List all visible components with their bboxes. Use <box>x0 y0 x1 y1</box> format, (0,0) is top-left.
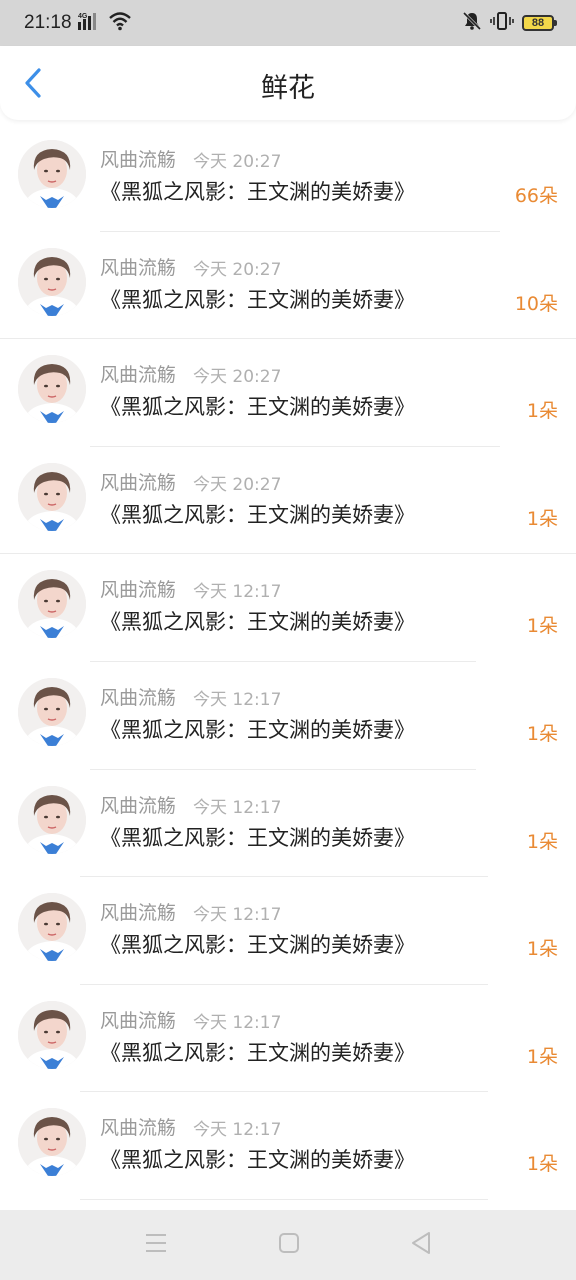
flower-count: 1朵 <box>526 1045 558 1068</box>
flower-count: 1朵 <box>526 830 558 853</box>
user-name[interactable]: 风曲流觞 <box>100 360 176 387</box>
book-title[interactable]: 《黑狐之风影：王文渊的美娇妻》 <box>100 1037 415 1067</box>
flower-count: 1朵 <box>526 615 558 638</box>
list-item[interactable]: 风曲流觞 今天 20:27 《黑狐之风影：王文渊的美娇妻》 10朵 <box>0 232 576 340</box>
back-triangle-icon[interactable] <box>410 1231 432 1259</box>
book-title[interactable]: 《黑狐之风影：王文渊的美娇妻》 <box>100 929 415 959</box>
list-item[interactable]: 风曲流觞 今天 20:27 《黑狐之风影：王文渊的美娇妻》 1朵 <box>0 447 576 555</box>
list-item[interactable]: 风曲流觞 今天 20:27 《黑狐之风影：王文渊的美娇妻》 66朵 <box>0 124 576 232</box>
timestamp: 今天 12:17 <box>193 1012 282 1033</box>
system-nav-bar <box>0 1210 576 1280</box>
svg-text:4G: 4G <box>78 13 88 20</box>
timestamp: 今天 12:17 <box>193 689 282 710</box>
flower-count: 1朵 <box>526 1153 558 1176</box>
list-item[interactable]: 风曲流觞 今天 12:17 《黑狐之风影：王文渊的美娇妻》 1朵 <box>0 985 576 1093</box>
book-title[interactable]: 《黑狐之风影：王文渊的美娇妻》 <box>100 284 415 314</box>
user-name[interactable]: 风曲流觞 <box>100 791 176 818</box>
avatar[interactable] <box>18 462 86 531</box>
user-name[interactable]: 风曲流觞 <box>100 145 176 172</box>
timestamp: 今天 20:27 <box>193 259 282 280</box>
flower-count: 66朵 <box>514 185 558 207</box>
bell-off-icon <box>462 11 482 35</box>
page-title: 鲜花 <box>261 73 315 104</box>
timestamp: 今天 20:27 <box>193 474 282 495</box>
book-title[interactable]: 《黑狐之风影：王文渊的美娇妻》 <box>100 714 415 744</box>
avatar[interactable] <box>18 785 86 854</box>
status-right: 88 <box>462 11 557 35</box>
battery-indicator: 88 <box>522 15 557 31</box>
user-name[interactable]: 风曲流觞 <box>100 683 176 710</box>
user-name[interactable]: 风曲流觞 <box>100 468 176 495</box>
list-item[interactable]: 风曲流觞 今天 12:17 《黑狐之风影：王文渊的美娇妻》 1朵 <box>0 554 576 662</box>
timestamp: 今天 12:17 <box>193 1120 282 1141</box>
header: 鲜花 <box>0 46 576 120</box>
timestamp: 今天 12:17 <box>193 905 282 926</box>
avatar[interactable] <box>18 1000 86 1069</box>
flower-count: 1朵 <box>526 938 558 961</box>
avatar[interactable] <box>18 140 86 208</box>
signal-4g-icon: 4G <box>77 11 102 35</box>
list-item[interactable]: 风曲流觞 今天 12:17 《黑狐之风影：王文渊的美娇妻》 1朵 <box>0 662 576 770</box>
user-name[interactable]: 风曲流觞 <box>100 253 176 280</box>
timestamp: 今天 12:17 <box>193 797 282 818</box>
menu-icon[interactable] <box>144 1232 168 1258</box>
list-item[interactable]: 风曲流觞 今天 12:17 《黑狐之风影：王文渊的美娇妻》 1朵 <box>0 770 576 878</box>
book-title[interactable]: 《黑狐之风影：王文渊的美娇妻》 <box>100 391 415 421</box>
status-time: 21:18 <box>24 12 72 33</box>
book-title[interactable]: 《黑狐之风影：王文渊的美娇妻》 <box>100 499 415 529</box>
avatar[interactable] <box>18 355 86 424</box>
vibrate-icon <box>490 11 514 35</box>
user-name[interactable]: 风曲流觞 <box>100 898 176 925</box>
avatar[interactable] <box>18 1108 86 1177</box>
home-square-icon[interactable] <box>278 1232 300 1258</box>
timestamp: 今天 20:27 <box>193 367 282 388</box>
user-name[interactable]: 风曲流觞 <box>100 1113 176 1140</box>
wifi-icon <box>108 11 132 35</box>
avatar[interactable] <box>18 570 86 639</box>
timestamp: 今天 12:17 <box>193 582 282 603</box>
user-name[interactable]: 风曲流觞 <box>100 575 176 602</box>
avatar[interactable] <box>18 893 86 962</box>
user-name[interactable]: 风曲流觞 <box>100 1006 176 1033</box>
battery-level: 88 <box>531 17 545 29</box>
list-item[interactable]: 风曲流觞 今天 12:17 《黑狐之风影：王文渊的美娇妻》 1朵 <box>0 1092 576 1200</box>
avatar[interactable] <box>18 677 86 746</box>
flower-list[interactable]: 风曲流觞 今天 20:27 《黑狐之风影：王文渊的美娇妻》 66朵 风曲流觞 今天 20:… <box>0 124 576 1200</box>
flower-count: 10朵 <box>514 292 558 315</box>
status-bar: 21:18 4G 88 <box>0 0 576 46</box>
flower-count: 1朵 <box>526 722 558 745</box>
list-item[interactable]: 风曲流觞 今天 12:17 《黑狐之风影：王文渊的美娇妻》 1朵 <box>0 877 576 985</box>
flower-count: 1朵 <box>526 507 558 530</box>
avatar[interactable] <box>18 247 86 316</box>
book-title[interactable]: 《黑狐之风影：王文渊的美娇妻》 <box>100 606 415 636</box>
book-title[interactable]: 《黑狐之风影：王文渊的美娇妻》 <box>100 1144 415 1174</box>
book-title[interactable]: 《黑狐之风影：王文渊的美娇妻》 <box>100 176 415 206</box>
timestamp: 今天 20:27 <box>193 152 282 172</box>
book-title[interactable]: 《黑狐之风影：王文渊的美娇妻》 <box>100 822 415 852</box>
row-divider <box>80 1198 488 1200</box>
list-item[interactable]: 风曲流觞 今天 20:27 《黑狐之风影：王文渊的美娇妻》 1朵 <box>0 339 576 447</box>
flower-count: 1朵 <box>526 400 558 423</box>
status-left: 21:18 4G <box>24 11 132 35</box>
